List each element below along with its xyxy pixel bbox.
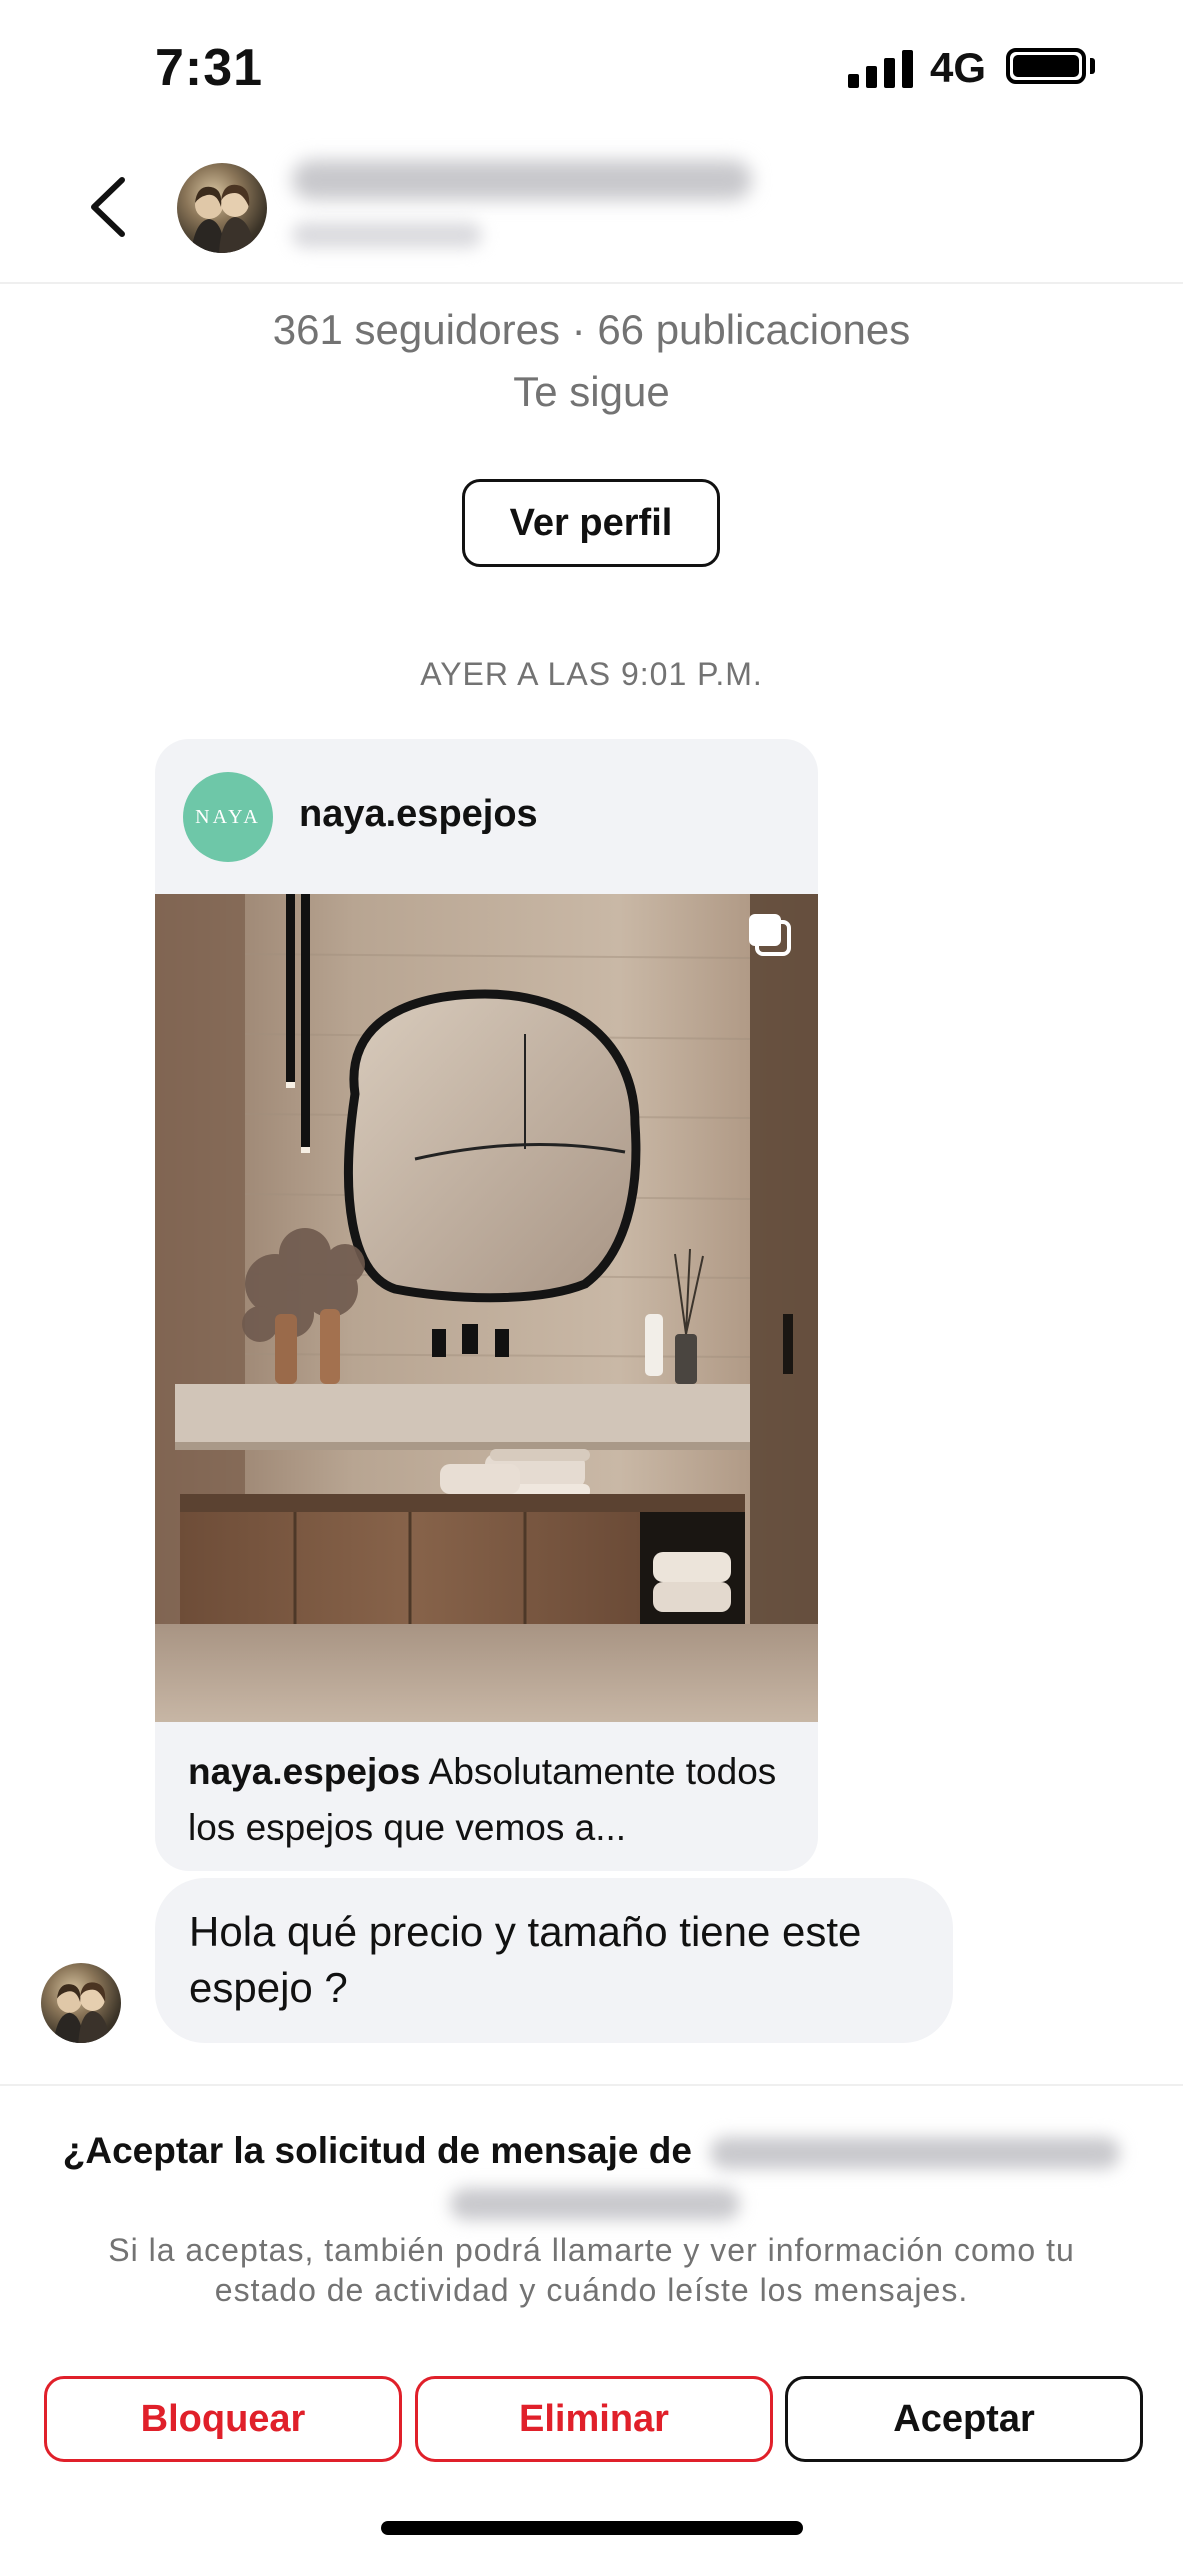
avatar-photo <box>53 1982 111 2043</box>
request-name-redacted-line2 <box>450 2188 740 2220</box>
request-title: ¿Aceptar la solicitud de mensaje de <box>0 2130 1183 2172</box>
accept-button[interactable]: Aceptar <box>785 2376 1143 2462</box>
post-caption-username: naya.espejos <box>188 1751 421 1792</box>
shared-post-card[interactable]: NAYA naya.espejos naya.espejos Absolutam… <box>155 739 818 1871</box>
battery-tip <box>1090 58 1095 74</box>
request-name-redacted <box>710 2137 1121 2170</box>
request-divider <box>0 2084 1183 2086</box>
network-type: 4G <box>930 44 987 91</box>
header-avatar[interactable] <box>177 163 267 253</box>
message-bubble[interactable]: Hola qué precio y tamaño tiene este espe… <box>155 1878 953 2043</box>
bathroom-mirror-photo <box>155 894 818 1722</box>
profile-stats: 361 seguidores · 66 publicaciones <box>272 306 911 353</box>
post-account-logo: NAYA <box>183 772 273 862</box>
header-divider <box>0 282 1183 284</box>
signal-icon <box>848 48 913 88</box>
status-time: 7:31 <box>155 39 264 97</box>
post-caption[interactable]: naya.espejos Absolutamente todos los esp… <box>188 1744 788 1856</box>
header-username-redacted[interactable] <box>292 160 752 200</box>
view-profile-button[interactable]: Ver perfil <box>462 479 720 567</box>
request-title-text: ¿Aceptar la solicitud de mensaje de <box>62 2130 692 2171</box>
post-image[interactable] <box>155 894 818 1722</box>
battery-icon <box>1006 48 1086 84</box>
sender-avatar[interactable] <box>41 1963 121 2043</box>
block-button[interactable]: Bloquear <box>44 2376 402 2462</box>
post-username[interactable]: naya.espejos <box>299 793 538 836</box>
delete-button[interactable]: Eliminar <box>415 2376 773 2462</box>
avatar-photo <box>191 184 255 253</box>
header-handle-redacted <box>292 222 482 248</box>
request-description: Si la aceptas, también podrá llamarte y … <box>108 2232 1075 2308</box>
back-button[interactable] <box>80 172 140 242</box>
home-indicator[interactable] <box>381 2521 803 2535</box>
message-timestamp: AYER A LAS 9:01 P.M. <box>420 656 763 692</box>
follows-you-label: Te sigue <box>513 368 670 415</box>
chevron-left-icon <box>91 177 125 237</box>
